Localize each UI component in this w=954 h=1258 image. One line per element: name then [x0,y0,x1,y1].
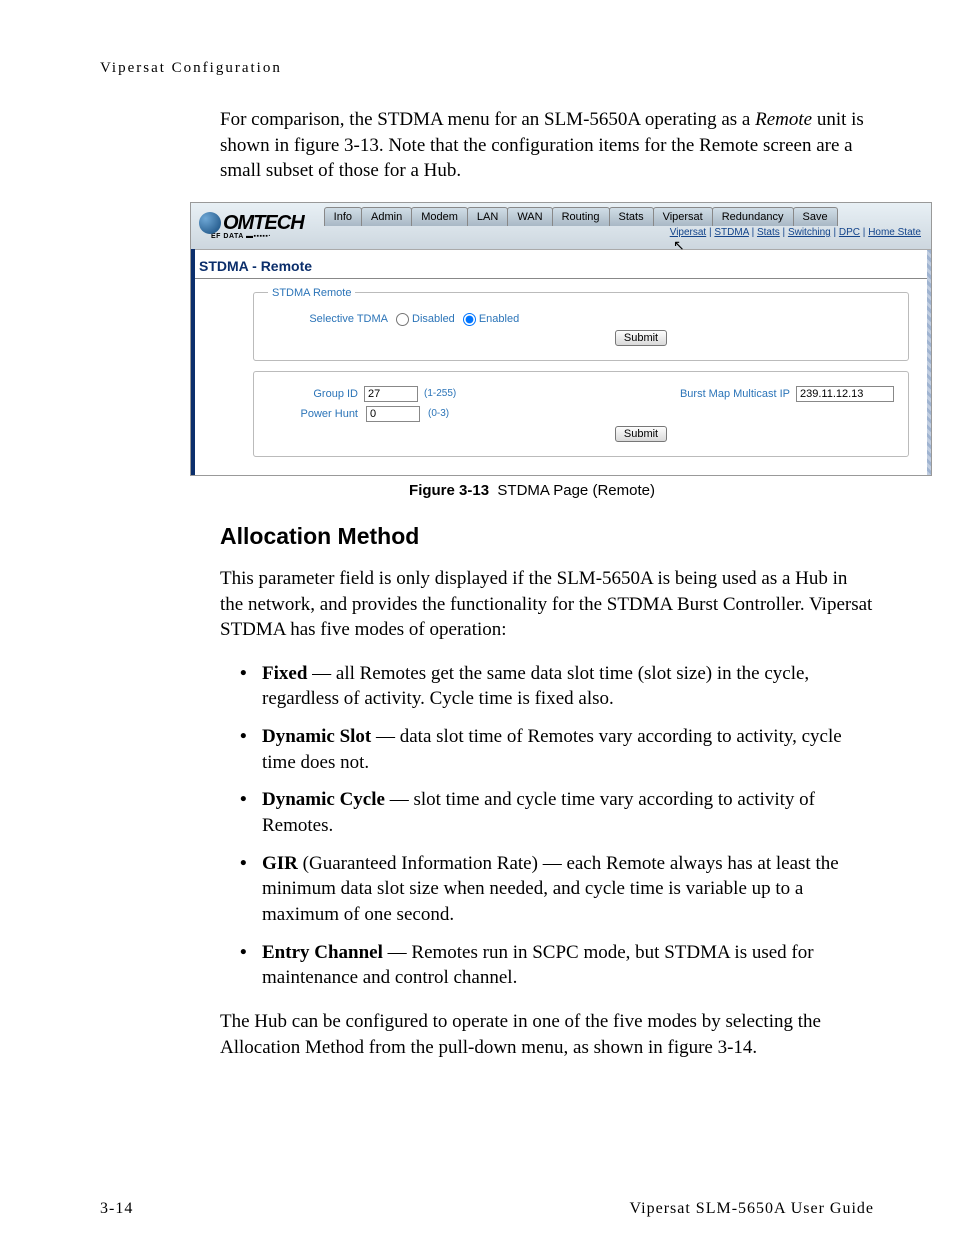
list-item-entry-channel: Entry Channel — Remotes run in SCPC mode… [240,940,874,991]
stdma-remote-screenshot: OMTECH EF DATA ▬▪▪▪▪▪· Info Admin Modem … [190,202,932,476]
intro-paragraph: For comparison, the STDMA menu for an SL… [220,107,874,184]
sublink-home-state[interactable]: Home State [868,227,921,238]
logo-text: OMTECH [223,212,304,235]
term-dynamic-slot: Dynamic Slot [262,726,371,747]
running-header: Vipersat Configuration [100,60,874,77]
intro-remote-word: Remote [755,109,812,130]
figure-caption-label: Figure 3-13 [409,482,489,499]
submit-button-2[interactable]: Submit [615,426,667,442]
list-item-gir: GIR (Guaranteed Information Rate) — each… [240,851,874,928]
cursor-icon: ↖ [673,237,685,254]
tab-info[interactable]: Info [324,207,362,226]
sublink-switching[interactable]: Switching [788,227,831,238]
screenshot-topbar: OMTECH EF DATA ▬▪▪▪▪▪· Info Admin Modem … [191,203,931,250]
radio-disabled[interactable] [396,313,409,326]
radio-disabled-label: Disabled [412,313,455,325]
closing-paragraph: The Hub can be configured to operate in … [220,1009,874,1060]
term-entry-channel: Entry Channel [262,942,383,963]
screenshot-page-title: STDMA - Remote [191,250,931,279]
figure-caption: Figure 3-13 STDMA Page (Remote) [190,482,874,499]
desc-gir: (Guaranteed Information Rate) — each Rem… [262,853,839,925]
term-fixed: Fixed [262,663,307,684]
allocation-method-heading: Allocation Method [220,523,874,550]
submit-button-1[interactable]: Submit [615,330,667,346]
selective-tdma-label: Selective TDMA [268,313,388,325]
tab-save[interactable]: Save [793,207,838,226]
tab-lan[interactable]: LAN [467,207,508,226]
tab-modem[interactable]: Modem [411,207,468,226]
tab-wan[interactable]: WAN [507,207,552,226]
tab-routing[interactable]: Routing [552,207,610,226]
burst-map-label: Burst Map Multicast IP [680,388,790,400]
allocation-modes-list: Fixed — all Remotes get the same data sl… [240,661,874,991]
stdma-remote-legend: STDMA Remote [268,287,355,299]
tab-admin[interactable]: Admin [361,207,412,226]
term-dynamic-cycle: Dynamic Cycle [262,789,385,810]
figure-caption-text: STDMA Page (Remote) [497,482,655,499]
nav-tabs: Info Admin Modem LAN WAN Routing Stats V… [324,207,837,226]
page-footer: 3-14 Vipersat SLM-5650A User Guide [100,1200,874,1218]
group-id-label: Group ID [268,388,358,400]
allocation-intro-paragraph: This parameter field is only displayed i… [220,566,874,643]
sublink-dpc[interactable]: DPC [839,227,860,238]
radio-enabled[interactable] [463,313,476,326]
list-item-dynamic-slot: Dynamic Slot — data slot time of Remotes… [240,724,874,775]
power-hunt-input[interactable] [366,406,420,422]
group-id-input[interactable] [364,386,418,402]
screenshot-content: STDMA Remote Selective TDMA Disabled Ena… [191,279,931,475]
sub-nav-links: Vipersat | STDMA | Stats | Switching | D… [670,227,921,238]
desc-fixed: — all Remotes get the same data slot tim… [262,663,809,710]
group-fieldset: Group ID (1-255) Burst Map Multicast IP … [253,371,909,457]
tab-redundancy[interactable]: Redundancy [712,207,794,226]
globe-icon [199,212,221,234]
burst-map-input[interactable] [796,386,894,402]
selective-tdma-disabled[interactable]: Disabled [396,313,455,326]
tab-stats[interactable]: Stats [609,207,654,226]
footer-doc-title: Vipersat SLM-5650A User Guide [630,1200,874,1218]
stdma-remote-fieldset: STDMA Remote Selective TDMA Disabled Ena… [253,287,909,361]
list-item-fixed: Fixed — all Remotes get the same data sl… [240,661,874,712]
figure-3-13: OMTECH EF DATA ▬▪▪▪▪▪· Info Admin Modem … [190,202,874,499]
footer-page-number: 3-14 [100,1200,133,1218]
radio-enabled-label: Enabled [479,313,519,325]
sublink-stdma[interactable]: STDMA [714,227,748,238]
sublink-stats[interactable]: Stats [757,227,780,238]
list-item-dynamic-cycle: Dynamic Cycle — slot time and cycle time… [240,787,874,838]
power-hunt-label: Power Hunt [268,408,358,420]
comtech-logo: OMTECH [191,212,304,235]
selective-tdma-enabled[interactable]: Enabled [463,313,519,326]
tab-vipersat[interactable]: Vipersat [653,207,713,226]
term-gir: GIR [262,853,298,874]
group-id-range: (1-255) [424,388,456,399]
intro-pre: For comparison, the STDMA menu for an SL… [220,109,755,130]
power-hunt-range: (0-3) [428,408,449,419]
